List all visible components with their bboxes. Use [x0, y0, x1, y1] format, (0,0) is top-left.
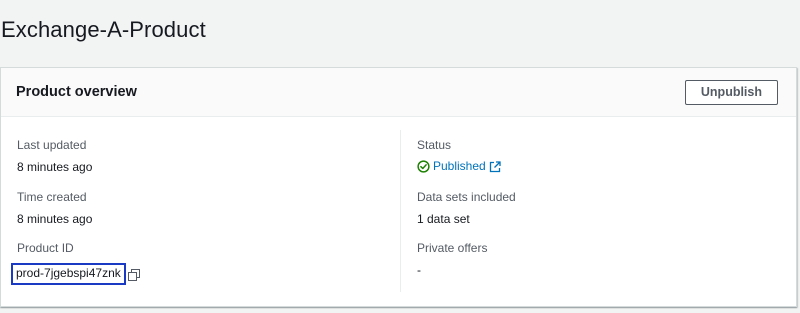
time-created-label: Time created	[17, 190, 87, 204]
private-offers-label: Private offers	[417, 241, 488, 255]
page-title: Exchange-A-Product	[1, 17, 206, 42]
unpublish-button[interactable]: Unpublish	[684, 80, 778, 105]
card-title: Product overview	[16, 84, 137, 100]
last-updated-value: 8 minutes ago	[17, 160, 93, 174]
product-overview-card: Product overview Unpublish Last updated …	[0, 67, 797, 307]
product-id-field: Product ID prod-7jgebspi47znk	[11, 241, 140, 285]
data-sets-value: 1 data set	[417, 212, 470, 226]
external-link-icon[interactable]	[489, 160, 501, 173]
status-row: Published	[417, 159, 501, 174]
copy-icon[interactable]	[127, 268, 140, 281]
card-header: Product overview Unpublish	[1, 68, 796, 117]
last-updated-label: Last updated	[17, 138, 87, 152]
column-divider	[400, 130, 401, 292]
private-offers-field: Private offers -	[417, 241, 487, 278]
status-field: Status Published	[417, 138, 501, 174]
check-circle-icon	[417, 160, 430, 173]
status-published-link[interactable]: Published	[433, 159, 486, 174]
product-id-label: Product ID	[17, 241, 74, 255]
time-created-field: Time created 8 minutes ago	[17, 190, 92, 227]
data-sets-field: Data sets included 1 data set	[417, 190, 516, 227]
status-label: Status	[417, 138, 452, 152]
time-created-value: 8 minutes ago	[17, 212, 93, 226]
product-id-row: prod-7jgebspi47znk	[11, 263, 140, 285]
private-offers-value: -	[417, 263, 421, 277]
last-updated-field: Last updated 8 minutes ago	[17, 138, 92, 175]
product-id-value: prod-7jgebspi47znk	[11, 263, 126, 285]
data-sets-label: Data sets included	[417, 190, 516, 204]
